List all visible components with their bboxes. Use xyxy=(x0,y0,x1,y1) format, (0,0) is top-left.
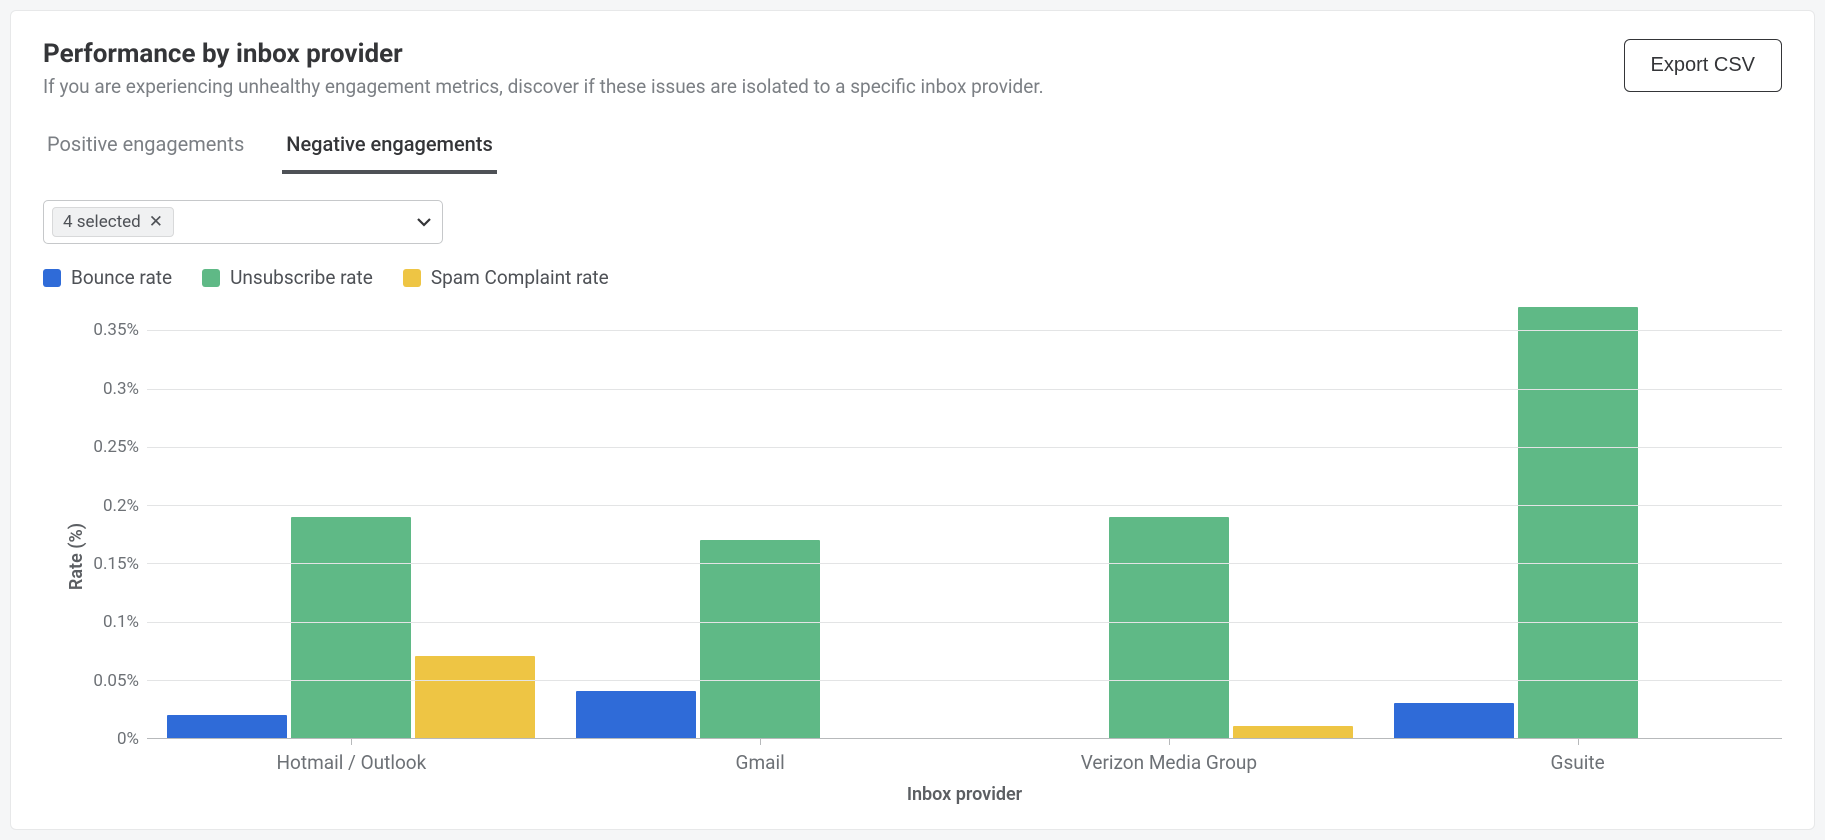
close-icon[interactable]: ✕ xyxy=(149,212,163,232)
y-tick-label: 0.2% xyxy=(103,496,139,516)
bar[interactable] xyxy=(1233,726,1353,738)
chart-legend: Bounce rate Unsubscribe rate Spam Complain… xyxy=(43,266,1782,289)
legend-item[interactable]: Unsubscribe rate xyxy=(202,266,373,289)
engagement-tabs: Positive engagements Negative engagements xyxy=(43,126,1782,174)
legend-swatch xyxy=(202,269,220,287)
bar-group xyxy=(1373,307,1782,738)
card-subtitle: If you are experiencing unhealthy engage… xyxy=(43,75,1044,98)
bar-group xyxy=(965,307,1374,738)
bar[interactable] xyxy=(1109,517,1229,738)
legend-label: Unsubscribe rate xyxy=(230,266,373,289)
export-csv-button[interactable]: Export CSV xyxy=(1624,39,1782,92)
bar[interactable] xyxy=(291,517,411,738)
y-tick-label: 0% xyxy=(117,729,139,749)
plot-area xyxy=(147,307,1782,739)
y-tick-label: 0.25% xyxy=(93,437,139,457)
filter-chip-label: 4 selected xyxy=(63,212,141,232)
card-title: Performance by inbox provider xyxy=(43,39,1044,69)
gridline xyxy=(147,505,1782,506)
legend-swatch xyxy=(403,269,421,287)
legend-item[interactable]: Bounce rate xyxy=(43,266,172,289)
y-tick-label: 0.35% xyxy=(93,320,139,340)
y-tick-label: 0.15% xyxy=(93,554,139,574)
header-row: Performance by inbox provider If you are… xyxy=(43,39,1782,126)
x-tick-label: Gmail xyxy=(556,751,965,774)
tab-positive-engagements[interactable]: Positive engagements xyxy=(43,126,248,174)
x-tick-label: Gsuite xyxy=(1373,751,1782,774)
chart: Rate (%) 0% 0.05% 0.1% 0.15% 0.2% 0.25% 0.3% 0.… xyxy=(43,307,1782,805)
legend-label: Bounce rate xyxy=(71,266,172,289)
bar[interactable] xyxy=(700,540,820,738)
bar[interactable] xyxy=(576,691,696,738)
y-tick-label: 0.1% xyxy=(103,612,139,632)
x-tick-label: Hotmail / Outlook xyxy=(147,751,556,774)
legend-item[interactable]: Spam Complaint rate xyxy=(403,266,609,289)
legend-label: Spam Complaint rate xyxy=(431,266,609,289)
bar[interactable] xyxy=(167,715,287,738)
bar[interactable] xyxy=(415,656,535,738)
filter-row: 4 selected ✕ xyxy=(43,200,1782,244)
bar-group xyxy=(556,307,965,738)
x-axis-label: Inbox provider xyxy=(147,784,1782,805)
gridline xyxy=(147,622,1782,623)
gridline xyxy=(147,563,1782,564)
filter-chip[interactable]: 4 selected ✕ xyxy=(52,207,174,237)
performance-card: Performance by inbox provider If you are… xyxy=(10,10,1815,830)
y-axis-ticks: 0%0.05%0.1%0.15%0.2%0.25%0.3%0.35% xyxy=(71,307,147,739)
header-text: Performance by inbox provider If you are… xyxy=(43,39,1044,126)
gridline xyxy=(147,389,1782,390)
gridline xyxy=(147,447,1782,448)
y-axis-label-wrap: Rate (%) xyxy=(43,307,71,805)
tab-negative-engagements[interactable]: Negative engagements xyxy=(282,126,497,174)
bar[interactable] xyxy=(1518,307,1638,738)
x-tick-label: Verizon Media Group xyxy=(965,751,1374,774)
bar-groups xyxy=(147,307,1782,738)
y-tick-label: 0.3% xyxy=(103,379,139,399)
bar[interactable] xyxy=(1394,703,1514,738)
provider-filter-dropdown[interactable]: 4 selected ✕ xyxy=(43,200,443,244)
legend-swatch xyxy=(43,269,61,287)
gridline xyxy=(147,680,1782,681)
x-axis-labels: Hotmail / OutlookGmailVerizon Media Grou… xyxy=(147,751,1782,774)
bar-group xyxy=(147,307,556,738)
chevron-down-icon xyxy=(416,214,432,230)
gridline xyxy=(147,330,1782,331)
y-tick-label: 0.05% xyxy=(93,671,139,691)
